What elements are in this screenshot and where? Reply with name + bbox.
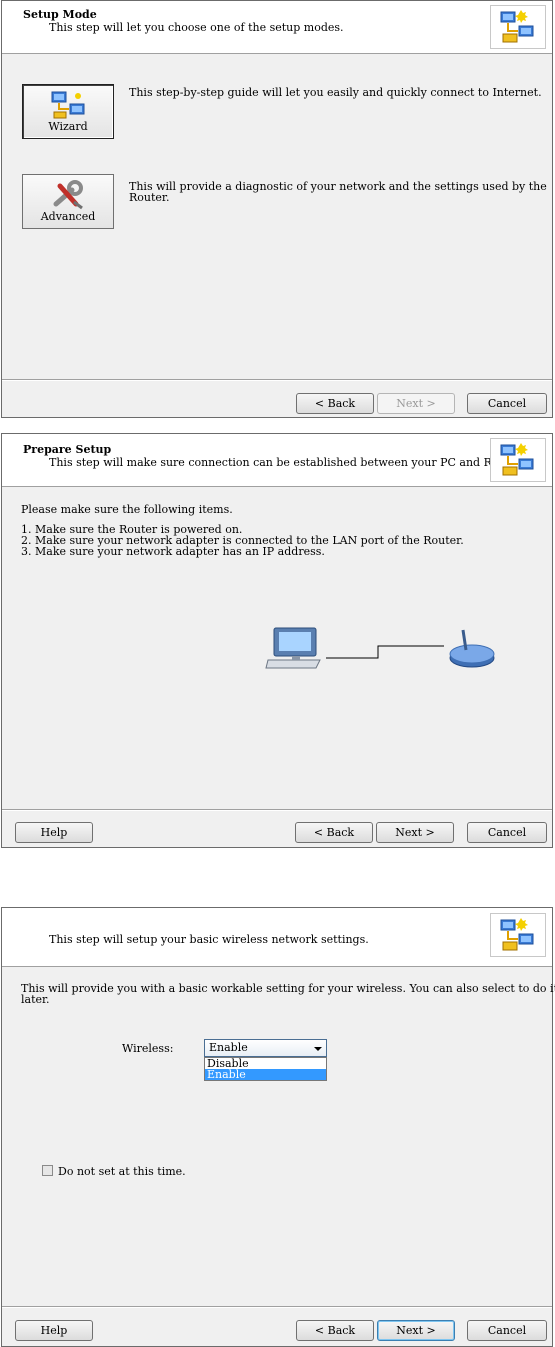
wizard-icon (51, 91, 85, 119)
next-button[interactable]: Next > (376, 822, 454, 843)
next-button[interactable]: Next > (377, 1320, 455, 1341)
dialog-header: Setup Mode This step will let you choose… (2, 1, 552, 54)
advanced-button[interactable]: Advanced (22, 174, 114, 229)
wireless-select[interactable]: Enable (204, 1039, 327, 1057)
computer-icon (265, 627, 321, 669)
wrench-screwdriver-icon (53, 180, 83, 210)
chevron-down-icon[interactable] (314, 1047, 322, 1051)
dialog-subtitle: This step will let you choose one of the… (49, 21, 344, 34)
skip-checkbox-label[interactable]: Do not set at this time. (58, 1166, 186, 1177)
advanced-button-label: Advanced (40, 210, 96, 223)
cancel-button[interactable]: Cancel (467, 1320, 547, 1341)
dialog-title: Prepare Setup (23, 443, 112, 456)
back-button[interactable]: < Back (295, 822, 373, 843)
wireless-label: Wireless: (122, 1042, 174, 1055)
cancel-button[interactable]: Cancel (467, 822, 547, 843)
help-button[interactable]: Help (15, 1320, 93, 1341)
network-cable-line (326, 645, 444, 659)
back-button[interactable]: < Back (296, 1320, 374, 1341)
dialog-title: Setup Mode (23, 8, 97, 21)
description-line1: This will provide you with a basic worka… (21, 982, 555, 995)
wireless-setup-dialog: This step will setup your basic wireless… (1, 907, 555, 1347)
wireless-select-value: Enable (209, 1041, 248, 1054)
network-wizard-icon (490, 438, 546, 482)
help-button[interactable]: Help (15, 822, 93, 843)
setup-mode-dialog: Setup Mode This step will let you choose… (1, 0, 553, 418)
dialog-header: Prepare Setup This step will make sure c… (2, 434, 552, 487)
advanced-description-line1: This will provide a diagnostic of your n… (129, 180, 547, 193)
dialog-header: This step will setup your basic wireless… (2, 908, 552, 967)
cancel-button[interactable]: Cancel (467, 393, 547, 414)
router-icon (449, 629, 495, 668)
next-button[interactable]: Next > (377, 393, 455, 414)
wizard-button-label: Wizard (48, 120, 88, 133)
footer-separator (2, 379, 552, 381)
network-wizard-icon (490, 913, 546, 957)
prepare-setup-dialog: Prepare Setup This step will make sure c… (1, 433, 553, 848)
footer-separator (2, 1306, 552, 1308)
checklist-item-3: 3. Make sure your network adapter has an… (21, 545, 325, 558)
wireless-dropdown-list: Disable Enable (204, 1057, 327, 1081)
network-wizard-icon (490, 5, 546, 49)
dialog-subtitle: This step will make sure connection can … (49, 456, 522, 469)
advanced-description-line2: Router. (129, 191, 170, 204)
intro-text: Please make sure the following items. (21, 503, 233, 516)
skip-checkbox[interactable] (42, 1165, 53, 1176)
footer-separator (2, 809, 552, 811)
pc-router-connection-illustration (265, 627, 495, 669)
wizard-button[interactable]: Wizard (22, 84, 114, 139)
option-enable[interactable]: Enable (205, 1069, 326, 1080)
dialog-subtitle: This step will setup your basic wireless… (49, 933, 369, 946)
back-button[interactable]: < Back (296, 393, 374, 414)
wizard-description: This step-by-step guide will let you eas… (129, 86, 542, 99)
description-line2: later. (21, 993, 50, 1006)
